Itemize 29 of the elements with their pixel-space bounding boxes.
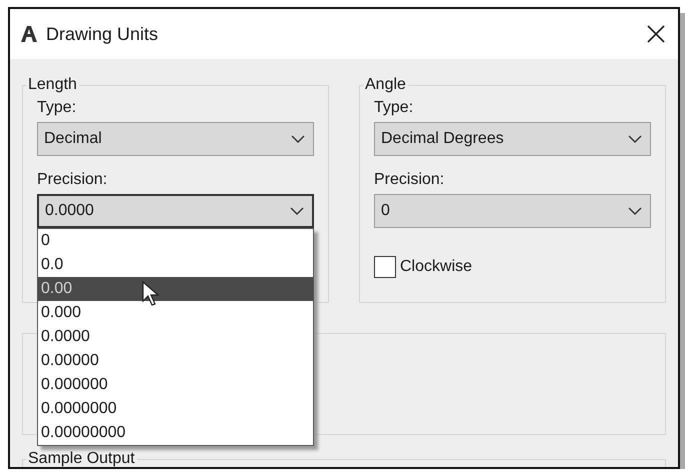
group-label: Sample Output	[26, 449, 137, 467]
mouse-pointer-icon	[142, 281, 160, 307]
field-label: Precision:	[37, 170, 108, 190]
dropdown[interactable]: 0	[374, 194, 651, 228]
field-label: Type:	[37, 98, 78, 118]
app-logo-icon	[20, 25, 38, 43]
dropdown-option[interactable]: 0.0000	[38, 325, 313, 349]
field-label: Precision:	[374, 170, 446, 190]
chevron-down-icon	[291, 135, 305, 143]
dropdown-option[interactable]: 0	[38, 229, 313, 253]
dropdown-option[interactable]: 0.000000	[38, 373, 313, 397]
group-label: Angle	[363, 75, 408, 95]
close-icon[interactable]	[646, 24, 666, 44]
dropdown[interactable]: 0.0000	[37, 194, 314, 228]
dropdown-option[interactable]: 0.0000000	[38, 397, 313, 421]
dropdown[interactable]: Decimal Degrees	[374, 122, 651, 156]
dropdown-option[interactable]: 0.00000000	[38, 421, 313, 445]
checkbox[interactable]	[374, 256, 396, 278]
dropdown-option[interactable]: 0.0	[38, 253, 313, 277]
group-label: Length	[26, 75, 79, 95]
window-title: Drawing Units	[46, 24, 160, 44]
dropdown-option[interactable]: 0.00000	[38, 349, 313, 373]
dropdown[interactable]: Decimal	[37, 122, 314, 156]
dropdown-option[interactable]: 0.000	[38, 301, 313, 325]
chevron-down-icon	[290, 207, 304, 215]
chevron-down-icon	[628, 135, 642, 143]
chevron-down-icon	[628, 207, 642, 215]
field-label: Type:	[374, 98, 414, 118]
checkbox-label: Clockwise	[400, 258, 472, 276]
